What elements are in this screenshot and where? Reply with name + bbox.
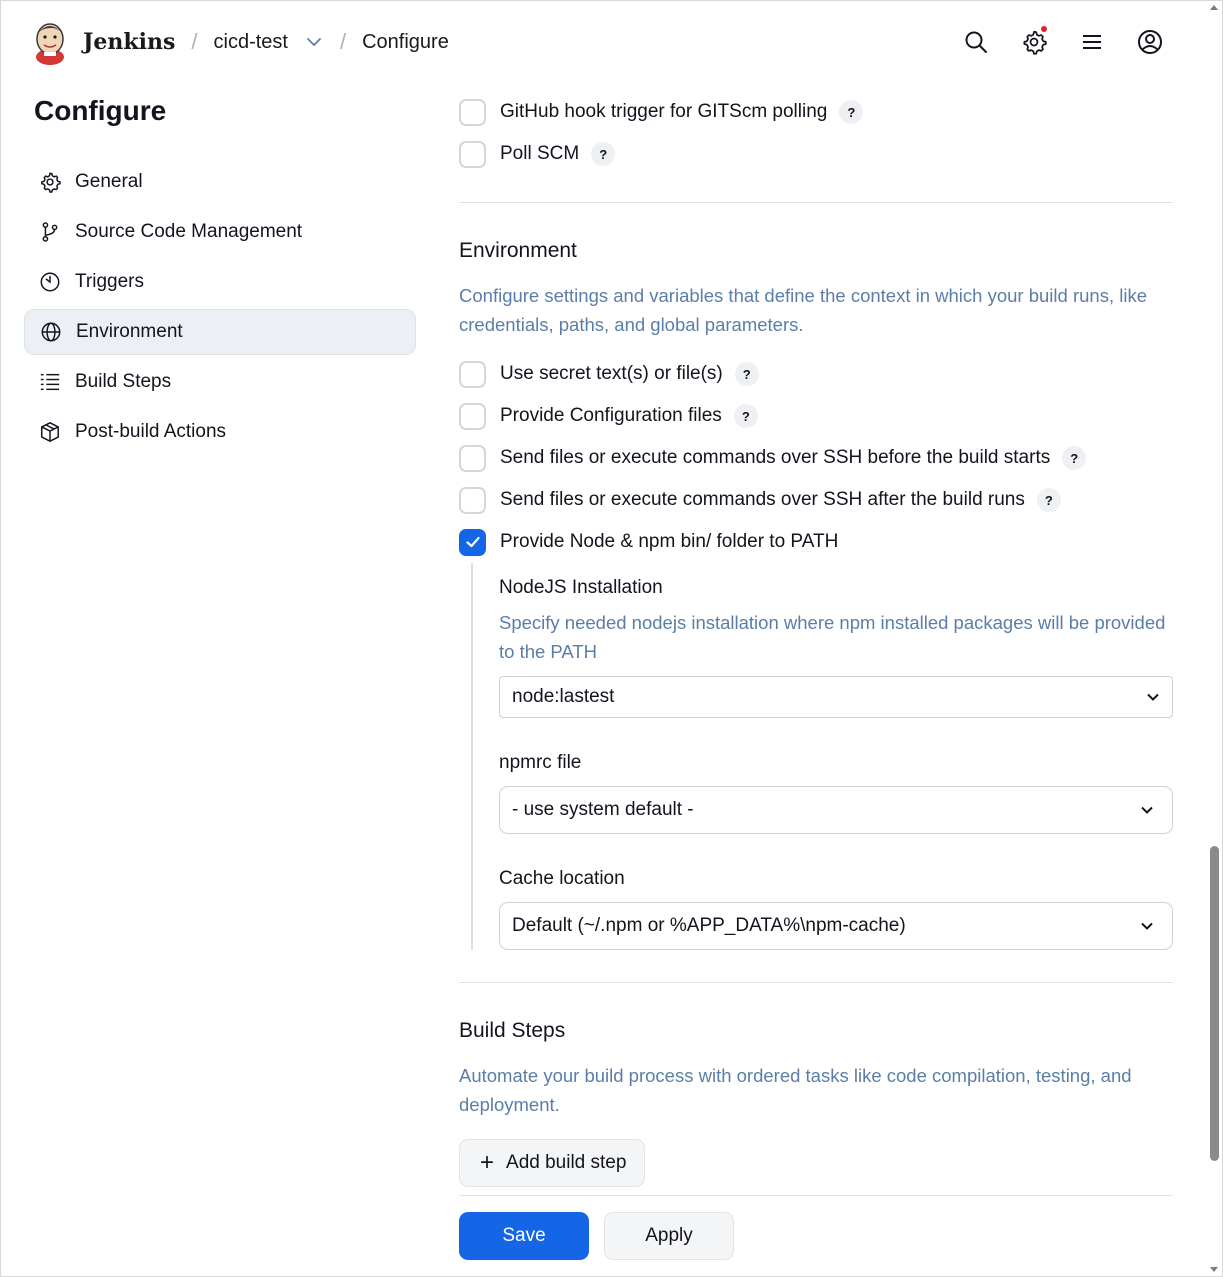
package-icon <box>38 420 62 444</box>
checkbox[interactable] <box>459 486 486 514</box>
option-label: Provide Configuration files <box>500 405 722 426</box>
option-ssh-before: Send files or execute commands over SSH … <box>459 437 1173 479</box>
check-icon <box>465 536 480 548</box>
checkbox[interactable] <box>459 402 486 430</box>
top-header: Jenkins / cicd-test / Configure <box>1 1 1223 83</box>
apply-button[interactable]: Apply <box>604 1212 734 1260</box>
sidebar-item-label: Post-build Actions <box>75 421 227 442</box>
option-node-path: Provide Node & npm bin/ folder to PATH <box>459 521 1173 563</box>
sidebar-item-environment[interactable]: Environment <box>24 309 416 355</box>
option-label: Use secret text(s) or file(s) <box>500 363 723 384</box>
option-label: Send files or execute commands over SSH … <box>500 489 1025 510</box>
page-scrollbar[interactable] <box>1206 1 1222 1277</box>
section-title-build-steps: Build Steps <box>459 1019 566 1042</box>
help-icon[interactable]: ? <box>733 404 758 428</box>
help-icon[interactable]: ? <box>591 142 616 166</box>
chevron-down-icon[interactable] <box>306 33 324 51</box>
gear-icon <box>38 170 62 194</box>
settings-icon <box>1023 30 1047 55</box>
select-value: node:lastest <box>512 686 615 707</box>
search-icon <box>965 31 987 53</box>
menu-icon <box>1083 35 1101 49</box>
checkbox[interactable] <box>459 444 486 472</box>
notification-dot <box>1041 26 1047 32</box>
field-label-nodejs-installation: NodeJS Installation <box>499 577 663 598</box>
option-label: Poll SCM <box>500 143 580 164</box>
plus-icon: + <box>480 1149 495 1176</box>
breadcrumb-separator: / <box>339 29 347 54</box>
account-icon <box>1138 30 1162 54</box>
main-content: GitHub hook trigger for GITScm polling ?… <box>459 83 1173 1187</box>
npmrc-file-select[interactable]: - use system default - <box>499 786 1173 834</box>
branch-icon <box>38 220 62 244</box>
scroll-up-icon[interactable] <box>1210 5 1218 10</box>
help-icon[interactable]: ? <box>1036 488 1061 512</box>
field-description-nodejs: Specify needed nodejs installation where… <box>499 612 1166 662</box>
add-build-step-button[interactable]: + Add build step <box>459 1139 646 1187</box>
sidebar-item-label: Environment <box>76 321 183 342</box>
jenkins-logo[interactable] <box>31 19 69 65</box>
checkbox[interactable] <box>459 360 486 388</box>
section-description: Automate your build process with ordered… <box>459 1065 1132 1115</box>
search-button[interactable] <box>962 25 990 59</box>
chevron-down-icon <box>1141 922 1153 930</box>
scroll-down-icon[interactable] <box>1210 1267 1218 1272</box>
sidebar-item-label: General <box>75 171 143 192</box>
option-config-files: Provide Configuration files ? <box>459 395 1173 437</box>
breadcrumb-separator: / <box>191 29 198 54</box>
nodejs-installation-select[interactable]: node:lastest <box>499 676 1173 718</box>
sidebar-item-label: Build Steps <box>75 371 172 392</box>
option-label: Provide Node & npm bin/ folder to PATH <box>500 531 839 552</box>
checkbox[interactable] <box>459 140 486 168</box>
sidebar-nav: General Source Code Management Triggers … <box>24 159 416 459</box>
chevron-down-icon <box>1147 693 1159 701</box>
scroll-thumb[interactable] <box>1210 846 1219 1161</box>
form-actions: Save Apply <box>459 1195 1173 1260</box>
nodejs-subsection: NodeJS Installation Specify needed nodej… <box>471 563 1173 950</box>
option-secret-text: Use secret text(s) or file(s) ? <box>459 353 1173 395</box>
brand-name[interactable]: Jenkins <box>83 29 175 55</box>
breadcrumb-project[interactable]: cicd-test <box>214 31 288 54</box>
sidebar-item-source-code-management[interactable]: Source Code Management <box>24 209 416 255</box>
option-ssh-after: Send files or execute commands over SSH … <box>459 479 1173 521</box>
option-label: GitHub hook trigger for GITScm polling <box>500 101 828 122</box>
select-value: - use system default - <box>512 799 694 820</box>
save-button[interactable]: Save <box>459 1212 589 1260</box>
option-poll-scm: Poll SCM ? <box>459 133 1173 175</box>
checkbox[interactable] <box>459 98 486 126</box>
sidebar-item-label: Triggers <box>75 271 144 292</box>
globe-icon <box>39 320 63 344</box>
account-button[interactable] <box>1136 25 1164 59</box>
option-github-hook: GitHub hook trigger for GITScm polling ? <box>459 91 1173 133</box>
section-title-environment: Environment <box>459 239 577 262</box>
section-description: Configure settings and variables that de… <box>459 285 1147 335</box>
breadcrumb-current: Configure <box>362 30 449 53</box>
page-title: Configure <box>34 95 167 126</box>
field-label-cache-location: Cache location <box>499 868 625 889</box>
menu-button[interactable] <box>1078 25 1106 59</box>
sidebar-item-general[interactable]: General <box>24 159 416 205</box>
cache-location-select[interactable]: Default (~/.npm or %APP_DATA%\npm-cache) <box>499 902 1173 950</box>
select-value: Default (~/.npm or %APP_DATA%\npm-cache) <box>512 915 906 936</box>
help-icon[interactable]: ? <box>1062 446 1087 470</box>
sidebar-item-post-build-actions[interactable]: Post-build Actions <box>24 409 416 455</box>
option-label: Send files or execute commands over SSH … <box>500 447 1051 468</box>
sidebar-item-build-steps[interactable]: Build Steps <box>24 359 416 405</box>
sidebar-item-label: Source Code Management <box>75 221 303 242</box>
help-icon[interactable]: ? <box>734 362 759 386</box>
field-label-npmrc: npmrc file <box>499 752 582 773</box>
timer-icon <box>38 270 62 294</box>
sidebar-item-triggers[interactable]: Triggers <box>24 259 416 305</box>
help-icon[interactable]: ? <box>839 100 864 124</box>
button-label: Add build step <box>506 1152 627 1173</box>
chevron-down-icon <box>1141 806 1153 814</box>
list-icon <box>38 370 62 394</box>
checkbox-checked[interactable] <box>459 528 486 556</box>
settings-button[interactable] <box>1020 25 1048 59</box>
